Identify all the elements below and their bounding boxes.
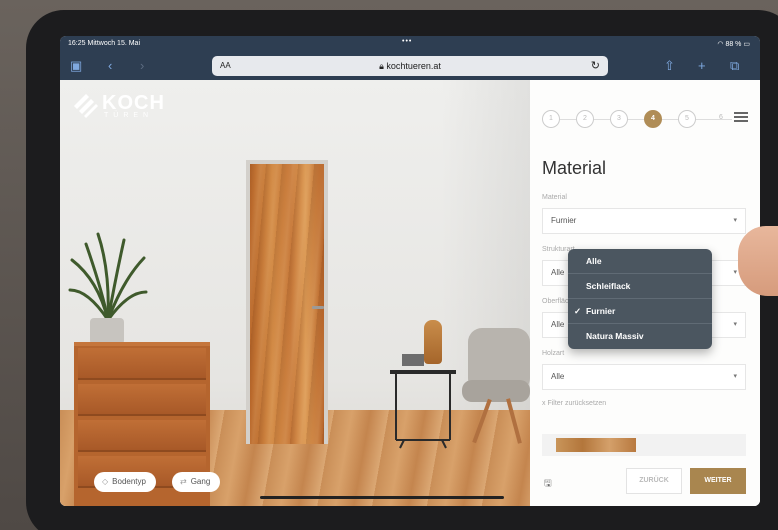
chevron-down-icon: ▾ xyxy=(733,269,737,276)
browser-toolbar: ▣ ‹ › AA 🔒︎ kochtueren.at ↻ ⇧ + ⧉ xyxy=(60,52,760,80)
step-1[interactable]: 1 xyxy=(542,110,560,128)
step-5[interactable]: 5 xyxy=(678,110,696,128)
wood-type-label: Holzart xyxy=(542,350,565,357)
floor-icon: ◇ xyxy=(102,477,109,486)
hallway-button[interactable]: ⇄ Gang xyxy=(172,472,221,492)
drawer xyxy=(78,384,206,416)
wood-type-select[interactable]: Alle ▾ xyxy=(542,364,746,390)
step-3[interactable]: 3 xyxy=(610,110,628,128)
status-bar: 16:25 Mittwoch 15. Mai ••• ◠ 88 % ▭ xyxy=(60,36,760,52)
door-handle xyxy=(312,306,324,309)
status-time: 16:25 Mittwoch 15. Mai xyxy=(68,40,141,47)
battery-icon: ▭ xyxy=(743,41,750,48)
url-text: 🔒︎ kochtueren.at xyxy=(379,61,441,71)
step-2[interactable]: 2 xyxy=(576,110,594,128)
plant-icon xyxy=(68,232,148,322)
drawer xyxy=(78,420,206,452)
hamburger-menu-icon[interactable] xyxy=(734,112,748,122)
forward-arrow-icon[interactable]: › xyxy=(140,58,144,74)
panel-footer: 🖫 ZURÜCK WEITER xyxy=(530,456,760,506)
home-indicator[interactable] xyxy=(260,496,504,499)
dropdown-option-natura-massiv[interactable]: Natura Massiv xyxy=(568,324,712,349)
material-swatch[interactable] xyxy=(556,438,636,452)
step-indicator: 1 2 3 4 5 6 xyxy=(542,110,732,128)
door-grain xyxy=(250,164,324,444)
chevron-down-icon: ▾ xyxy=(733,217,737,224)
step-4[interactable]: 4 xyxy=(644,110,662,128)
dropdown-option-furnier[interactable]: ✓ Furnier xyxy=(568,299,712,324)
chevron-down-icon: ▾ xyxy=(733,373,737,380)
step-6[interactable]: 6 xyxy=(712,110,730,128)
logo-subtitle: TÜREN xyxy=(104,112,154,119)
reset-filters-link[interactable]: x Filter zurücksetzen xyxy=(542,400,606,407)
next-button[interactable]: WEITER xyxy=(690,468,746,494)
floor-type-button[interactable]: ◇ Bodentyp xyxy=(94,472,156,492)
tabs-icon[interactable]: ⧉ xyxy=(730,58,739,74)
room-scene: KOCH TÜREN ◇ Bodentyp ⇄ Gang xyxy=(60,80,530,506)
dropdown-option-alle[interactable]: Alle xyxy=(568,249,712,274)
koch-logo-icon xyxy=(74,94,98,118)
copper-vase xyxy=(424,320,442,364)
battery-indicator: ◠ 88 % ▭ xyxy=(717,41,750,48)
share-icon[interactable]: ⇧ xyxy=(664,58,675,74)
swap-icon: ⇄ xyxy=(180,477,187,486)
chair-seat xyxy=(462,380,530,402)
reload-icon[interactable]: ↻ xyxy=(591,59,600,72)
save-icon[interactable]: 🖫 xyxy=(544,476,552,492)
checkmark-icon: ✓ xyxy=(574,306,582,316)
back-button[interactable]: ZURÜCK xyxy=(626,468,682,494)
dropdown-option-schleiflack[interactable]: Schleiflack xyxy=(568,274,712,299)
multitask-dots[interactable]: ••• xyxy=(402,38,412,45)
back-arrow-icon[interactable]: ‹ xyxy=(108,58,112,74)
books xyxy=(402,354,424,366)
material-select[interactable]: Furnier ▾ xyxy=(542,208,746,234)
panel-title: Material xyxy=(542,158,607,178)
sidebar-icon[interactable]: ▣ xyxy=(70,58,82,74)
material-label: Material xyxy=(542,194,567,201)
structure-dropdown-menu: Alle Schleiflack ✓ Furnier Natura Massiv xyxy=(568,249,712,349)
drawer xyxy=(78,348,206,380)
new-tab-icon[interactable]: + xyxy=(698,58,706,74)
side-table xyxy=(390,370,456,449)
address-bar[interactable]: AA 🔒︎ kochtueren.at ↻ xyxy=(212,56,608,76)
chevron-down-icon: ▾ xyxy=(733,321,737,328)
